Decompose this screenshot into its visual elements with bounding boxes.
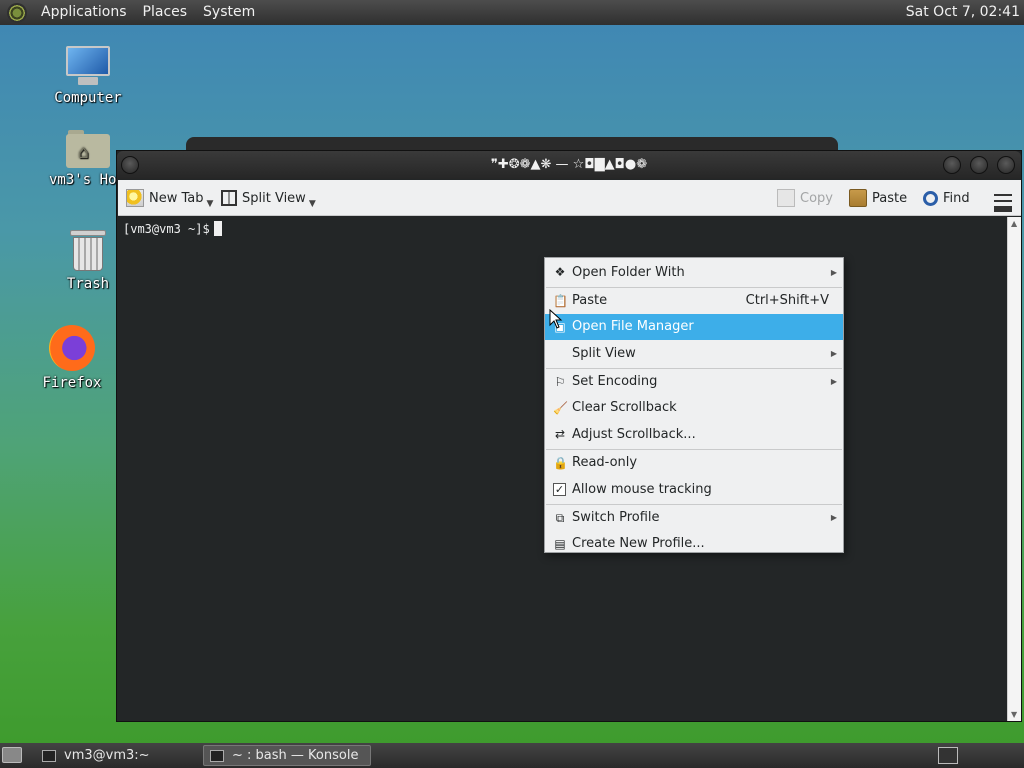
- minimize-button[interactable]: [943, 156, 961, 174]
- split-view-label: Split View: [242, 190, 306, 206]
- menu-system[interactable]: System: [195, 0, 263, 25]
- new-tab-label: New Tab: [149, 190, 204, 206]
- menu-item-split-view[interactable]: Split View ▶: [545, 340, 843, 368]
- hamburger-menu-icon: [994, 194, 1012, 212]
- close-button[interactable]: [997, 156, 1015, 174]
- window-menu-button[interactable]: [121, 156, 139, 174]
- menu-places[interactable]: Places: [135, 0, 196, 25]
- desktop-icon-label: Computer: [54, 90, 122, 106]
- menu-item-shortcut: Ctrl+Shift+V: [745, 293, 829, 308]
- lock-icon: 🔒: [553, 456, 568, 470]
- checkbox-icon[interactable]: ✓: [553, 483, 566, 496]
- menu-item-label: Switch Profile: [572, 510, 660, 525]
- terminal-icon: [210, 749, 224, 762]
- menu-item-open-folder-with[interactable]: ❖ Open Folder With ▶: [545, 259, 843, 287]
- menu-item-label: Open Folder With: [572, 265, 685, 280]
- terminal-scrollbar[interactable]: ▲ ▼: [1007, 217, 1021, 721]
- chevron-down-icon[interactable]: ▼: [207, 199, 214, 209]
- menu-item-label: Allow mouse tracking: [572, 482, 712, 497]
- clock[interactable]: Sat Oct 7, 02:41: [906, 0, 1020, 25]
- hamburger-menu-button[interactable]: [994, 191, 1017, 215]
- flag-icon: ⚐: [554, 375, 566, 389]
- new-tab-icon: [126, 189, 144, 207]
- menu-item-open-file-manager[interactable]: ▣ Open File Manager: [545, 314, 843, 340]
- menu-item-create-new-profile[interactable]: ▤ Create New Profile...: [545, 531, 843, 557]
- taskbar-item-label: vm3@vm3:~: [64, 748, 150, 763]
- menu-item-label: Set Encoding: [572, 374, 658, 389]
- shell-prompt: [vm3@vm3 ~]$: [123, 222, 210, 236]
- copy-label: Copy: [800, 190, 833, 206]
- window-title: ❞✚❂❁▲❋ — ☆◘▇▲◘●❁: [490, 157, 648, 172]
- paste-icon: 📋: [553, 294, 568, 308]
- adjust-icon: ⇄: [554, 427, 566, 441]
- menu-item-label: Paste: [572, 293, 608, 308]
- chevron-right-icon: ▶: [830, 268, 837, 277]
- mouse-pointer-icon: [549, 309, 563, 329]
- konsole-toolbar: New Tab ▼ Split View ▼ Copy Paste Find: [118, 180, 1021, 216]
- scroll-down-icon[interactable]: ▼: [1011, 710, 1017, 719]
- desktop-icon-home[interactable]: ⌂ vm3's Home: [43, 130, 123, 188]
- taskbar-item-terminal[interactable]: vm3@vm3:~: [36, 745, 200, 766]
- menu-item-read-only[interactable]: 🔒 Read-only: [545, 450, 843, 476]
- copy-button[interactable]: Copy: [777, 186, 833, 210]
- chevron-right-icon: ▶: [830, 377, 837, 386]
- new-profile-icon: ▤: [554, 537, 566, 551]
- paste-button[interactable]: Paste: [849, 186, 907, 210]
- chevron-right-icon: ▶: [830, 349, 837, 358]
- desktop-icon-label: vm3's Home: [49, 172, 123, 188]
- menu-applications[interactable]: Applications: [33, 0, 135, 25]
- trash-icon: [70, 230, 106, 272]
- menu-item-switch-profile[interactable]: ⧉ Switch Profile ▶: [545, 505, 843, 531]
- show-desktop-icon[interactable]: [2, 747, 22, 763]
- open-with-icon: ❖: [554, 265, 566, 279]
- desktop-icon-firefox[interactable]: Firefox: [27, 325, 117, 391]
- menu-item-label: Read-only: [572, 455, 638, 470]
- desktop-icon-label: Firefox: [42, 375, 102, 391]
- computer-icon: [64, 46, 112, 86]
- menu-item-label: Open File Manager: [572, 319, 694, 334]
- new-tab-button[interactable]: New Tab ▼: [126, 186, 213, 210]
- bottom-panel: vm3@vm3:~ ~ : bash — Konsole: [0, 743, 1024, 768]
- menu-item-label: Clear Scrollback: [572, 400, 677, 415]
- chevron-right-icon: ▶: [830, 513, 837, 522]
- firefox-icon: [49, 325, 95, 371]
- search-icon: [923, 190, 938, 206]
- menu-item-label: Split View: [572, 346, 636, 361]
- menu-item-paste[interactable]: 📋 Paste Ctrl+Shift+V: [545, 288, 843, 314]
- paste-icon: [849, 189, 867, 207]
- menu-item-set-encoding[interactable]: ⚐ Set Encoding ▶: [545, 369, 843, 395]
- find-label: Find: [943, 190, 970, 206]
- menu-item-adjust-scrollback[interactable]: ⇄ Adjust Scrollback...: [545, 421, 843, 449]
- window-titlebar[interactable]: ❞✚❂❁▲❋ — ☆◘▇▲◘●❁: [117, 151, 1021, 179]
- home-folder-icon: ⌂: [66, 130, 110, 168]
- maximize-button[interactable]: [970, 156, 988, 174]
- switch-profile-icon: ⧉: [555, 511, 565, 525]
- taskbar-item-konsole[interactable]: ~ : bash — Konsole: [203, 745, 371, 766]
- workspace-switcher-icon[interactable]: [938, 747, 958, 764]
- scroll-up-icon[interactable]: ▲: [1011, 219, 1017, 228]
- find-button[interactable]: Find: [923, 186, 970, 210]
- text-cursor: [213, 221, 222, 236]
- chevron-down-icon[interactable]: ▼: [309, 199, 316, 209]
- top-panel: Applications Places System Sat Oct 7, 02…: [0, 0, 1024, 25]
- broom-icon: 🧹: [553, 401, 568, 415]
- menu-item-clear-scrollback[interactable]: 🧹 Clear Scrollback: [545, 395, 843, 421]
- terminal-icon: [42, 749, 56, 762]
- copy-icon: [777, 189, 795, 207]
- context-menu: ❖ Open Folder With ▶ 📋 Paste Ctrl+Shift+…: [544, 257, 844, 553]
- menu-item-allow-mouse-tracking[interactable]: ✓ Allow mouse tracking: [545, 476, 843, 504]
- taskbar-item-label: ~ : bash — Konsole: [232, 748, 359, 763]
- split-view-button[interactable]: Split View ▼: [221, 186, 316, 210]
- split-view-icon: [221, 190, 237, 206]
- menu-item-label: Adjust Scrollback...: [572, 427, 696, 442]
- menu-item-label: Create New Profile...: [572, 536, 705, 551]
- desktop-icon-computer[interactable]: Computer: [43, 46, 133, 106]
- distro-logo-icon[interactable]: [7, 2, 27, 23]
- paste-label: Paste: [872, 190, 908, 206]
